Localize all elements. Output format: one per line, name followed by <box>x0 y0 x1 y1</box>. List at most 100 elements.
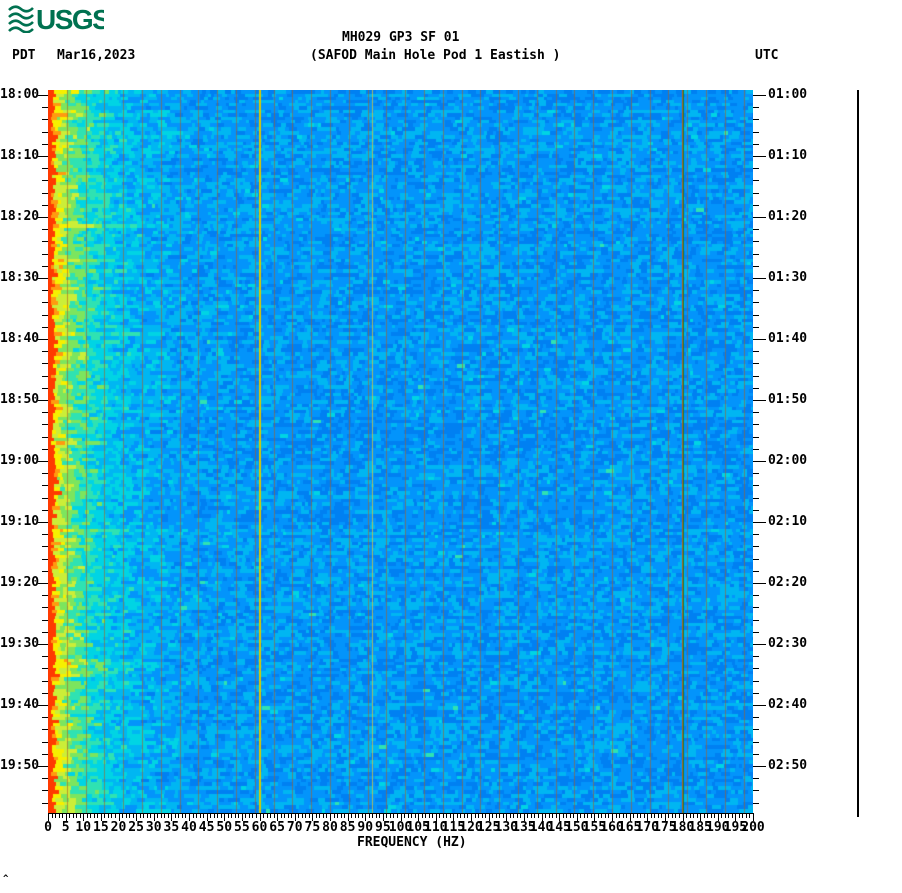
left-time-tick <box>38 95 48 96</box>
left-time-tick <box>42 205 48 206</box>
left-time-tick <box>42 290 48 291</box>
x-axis-tick <box>284 814 286 818</box>
right-time-label: 01:00 <box>768 87 808 102</box>
x-tick-label: 10 <box>75 820 92 835</box>
x-axis-tick <box>97 814 99 818</box>
spectrogram-canvas <box>48 90 753 813</box>
x-axis-tick <box>72 814 74 818</box>
x-axis-tick <box>615 814 617 818</box>
x-axis-tick <box>537 814 539 818</box>
left-time-tick <box>38 705 48 706</box>
x-axis-tick <box>238 814 240 818</box>
left-time-tick <box>42 485 48 486</box>
corner-mark: ^ <box>3 874 9 884</box>
right-time-tick <box>753 595 759 596</box>
left-time-tick <box>42 168 48 169</box>
x-tick-label: 55 <box>234 820 250 835</box>
x-tick-label: 15 <box>93 820 109 835</box>
left-time-tick <box>38 461 48 462</box>
x-axis-tick <box>354 814 356 818</box>
right-time-tick <box>753 607 759 608</box>
x-axis-tick <box>280 814 282 818</box>
x-axis-tick <box>404 814 406 818</box>
left-time-tick <box>42 241 48 242</box>
right-time-tick <box>753 705 766 706</box>
left-time-tick <box>42 681 48 682</box>
x-axis-tick <box>693 814 695 818</box>
x-axis-tick <box>164 814 166 818</box>
x-axis-tick <box>333 814 335 818</box>
right-time-tick <box>753 461 766 462</box>
x-tick-label: 50 <box>216 820 233 835</box>
x-tick-label: 60 <box>251 820 268 835</box>
right-time-tick <box>753 449 759 450</box>
x-axis-tick <box>569 814 571 818</box>
right-time-tick <box>753 400 766 401</box>
right-time-tick <box>753 754 759 755</box>
left-time-tick <box>42 327 48 328</box>
right-time-tick <box>753 339 766 340</box>
x-axis-tick <box>597 814 599 818</box>
left-time-tick <box>42 790 48 791</box>
x-axis-tick <box>714 814 716 818</box>
x-axis-tick <box>566 814 568 818</box>
x-axis-tick <box>622 814 624 818</box>
right-time-tick <box>753 742 759 743</box>
x-axis-tick <box>643 814 645 818</box>
right-time-tick <box>753 681 759 682</box>
left-time-label: 18:10 <box>0 148 40 163</box>
right-time-tick <box>753 620 759 621</box>
x-axis-tick <box>255 814 257 818</box>
x-axis-tick <box>724 814 726 818</box>
left-time-tick <box>42 412 48 413</box>
x-tick-label: 45 <box>198 820 215 835</box>
x-axis-tick <box>425 814 427 818</box>
right-time-tick <box>753 290 759 291</box>
x-axis-tick <box>657 814 659 818</box>
x-axis-tick <box>185 814 187 818</box>
left-time-tick <box>42 607 48 608</box>
left-time-tick <box>42 595 48 596</box>
x-axis-tick <box>678 814 680 818</box>
x-axis-tick <box>573 814 575 818</box>
left-time-tick <box>42 571 48 572</box>
x-axis-tick <box>375 814 377 818</box>
x-tick-label: 40 <box>181 820 197 835</box>
left-time-tick <box>42 632 48 633</box>
x-axis-tick <box>604 814 606 818</box>
right-time-tick <box>753 790 759 791</box>
usgs-logo-text: USGS <box>36 4 104 33</box>
x-axis-tick <box>125 814 127 818</box>
left-time-label: 19:40 <box>0 697 40 712</box>
x-axis-tick <box>707 814 709 818</box>
right-time-tick <box>753 363 759 364</box>
right-time-tick <box>753 107 759 108</box>
x-tick-label: 30 <box>145 820 162 835</box>
right-time-tick <box>753 717 759 718</box>
x-axis-tick <box>513 814 515 818</box>
x-axis-tick <box>421 814 423 818</box>
x-axis-tick <box>587 814 589 818</box>
x-axis-tick <box>301 814 303 818</box>
x-axis-tick <box>245 814 247 818</box>
x-axis-tick <box>351 814 353 818</box>
left-time-tick <box>42 754 48 755</box>
right-time-tick <box>753 437 759 438</box>
right-time-tick <box>753 278 766 279</box>
x-axis-tick <box>231 814 233 818</box>
x-axis-tick <box>79 814 81 818</box>
right-time-tick <box>753 546 759 547</box>
x-axis-tick <box>248 814 250 818</box>
left-time-tick <box>42 803 48 804</box>
x-axis-tick <box>530 814 532 818</box>
x-axis-tick <box>252 814 254 818</box>
left-time-tick <box>42 315 48 316</box>
right-time-tick <box>753 180 759 181</box>
x-axis-tick <box>358 814 360 818</box>
left-time-tick <box>42 437 48 438</box>
x-axis-tick <box>633 814 635 818</box>
x-axis-tick <box>520 814 522 818</box>
x-axis-tick <box>411 814 413 818</box>
x-axis-tick <box>619 814 621 818</box>
left-time-tick <box>42 266 48 267</box>
